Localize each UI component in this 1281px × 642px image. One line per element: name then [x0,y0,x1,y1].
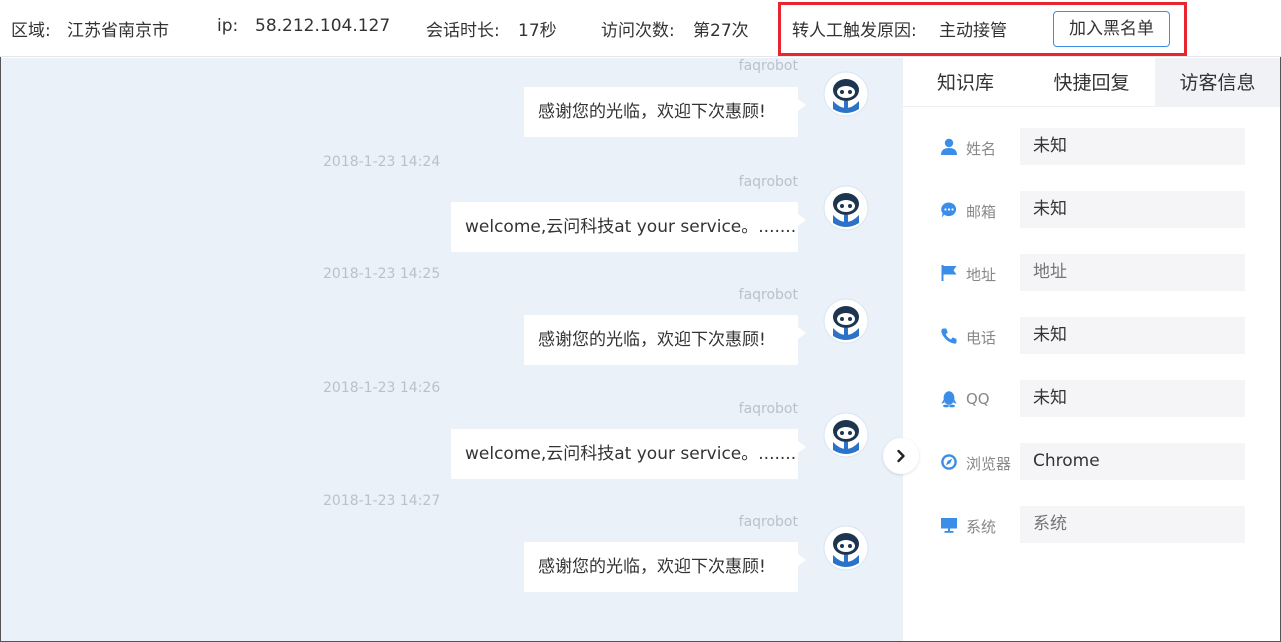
region-value: 江苏省南京市 [67,21,169,41]
message-sender: faqrobot [738,174,798,190]
os-field-label: 系统 [966,518,997,536]
message-timestamp: 2018-1-23 14:26 [323,380,441,396]
phone-field[interactable] [1020,317,1245,354]
phone-field-label: 电话 [966,329,997,347]
tab-knowledge-base[interactable]: 知识库 [903,58,1028,107]
browser-field[interactable] [1020,443,1245,480]
message-sender: faqrobot [738,58,798,74]
robot-avatar-icon [823,412,869,458]
visits-label: 访问次数: [601,21,675,41]
robot-avatar-icon [823,525,869,571]
qq-field-label: QQ [966,390,990,408]
message-timestamp: 2018-1-23 14:25 [323,266,441,282]
message-timestamp: 2018-1-23 14:24 [323,154,441,170]
ip-label: ip: [217,16,239,36]
message-bubble: welcome,云问科技at your service。....... [451,429,806,479]
highlight-annotation-box [778,2,1187,56]
browser-icon [939,452,959,472]
flag-icon [939,263,959,283]
duration-label: 会话时长: [426,21,500,41]
message-bubble: 感谢您的光临，欢迎下次惠顾! [524,542,806,592]
visits-value: 第27次 [693,21,749,41]
name-field[interactable] [1020,128,1245,165]
address-field[interactable] [1020,254,1245,291]
message-bubble: 感谢您的光临，欢迎下次惠顾! [524,315,806,365]
message-bubble: welcome,云问科技at your service。....... [451,202,806,252]
message-timestamp: 2018-1-23 14:27 [323,493,441,509]
message-sender: faqrobot [738,401,798,417]
email-field[interactable] [1020,191,1245,228]
qq-field[interactable] [1020,380,1245,417]
browser-field-label: 浏览器 [966,455,1012,473]
user-icon [939,137,959,157]
phone-icon [939,326,959,346]
visitor-panel: 知识库 快捷回复 访客信息 姓名 邮箱 地址 电话 QQ 浏览器 系统 [903,58,1280,641]
message-sender: faqrobot [738,287,798,303]
ip-value: 58.212.104.127 [255,16,391,36]
panel-toggle-button[interactable] [883,438,919,474]
message-sender: faqrobot [738,514,798,530]
chevron-right-icon [897,449,905,463]
message-bubble: 感谢您的光临，欢迎下次惠顾! [524,87,806,137]
email-icon [939,200,959,220]
duration-value: 17秒 [518,21,557,41]
address-field-label: 地址 [966,266,997,284]
region-label: 区域: [11,21,51,41]
tab-visitor-info[interactable]: 访客信息 [1155,58,1280,107]
panel-tabs: 知识库 快捷回复 访客信息 [903,58,1280,107]
robot-avatar-icon [823,298,869,344]
os-field[interactable] [1020,506,1245,543]
qq-icon [939,389,959,409]
tab-quick-reply[interactable]: 快捷回复 [1028,58,1155,107]
chat-history[interactable]: faqrobot 感谢您的光临，欢迎下次惠顾! 2018-1-23 14:24 … [1,58,903,641]
robot-avatar-icon [823,185,869,231]
robot-avatar-icon [823,71,869,117]
name-field-label: 姓名 [966,140,997,158]
monitor-icon [939,515,959,535]
email-field-label: 邮箱 [966,203,997,221]
